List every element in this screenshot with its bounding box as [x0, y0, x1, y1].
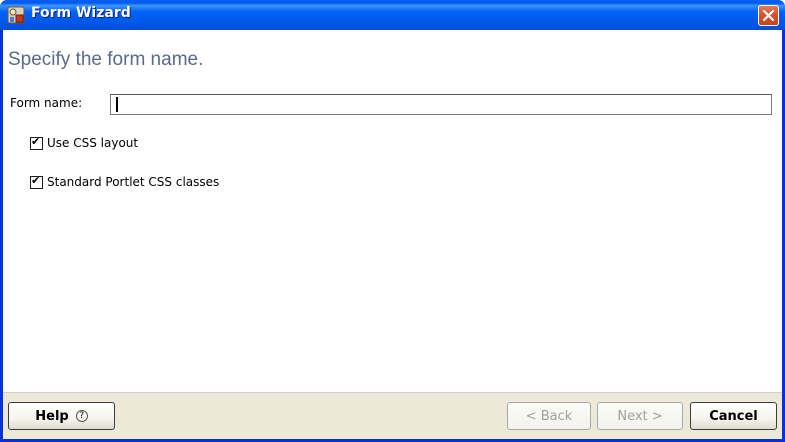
use-css-layout-option[interactable]: ✔ Use CSS layout	[30, 135, 138, 151]
use-css-layout-label: Use CSS layout	[47, 136, 139, 150]
portlet-css-option[interactable]: ✔ Standard Portlet CSS classes	[30, 174, 219, 190]
wizard-icon	[7, 6, 25, 24]
cancel-button[interactable]: Cancel	[690, 402, 777, 430]
form-name-input[interactable]	[110, 94, 772, 115]
button-bar: Help ? < Back Next > Cancel	[3, 392, 782, 439]
portlet-css-checkbox[interactable]: ✔	[30, 173, 43, 189]
back-button[interactable]: < Back	[507, 402, 591, 430]
checkmark-icon: ✔	[31, 173, 41, 187]
help-button[interactable]: Help ?	[8, 402, 115, 430]
use-css-layout-checkbox[interactable]: ✔	[30, 134, 43, 150]
wizard-body: Specify the form name. Form name: ✔ Use …	[3, 30, 782, 439]
checkmark-icon: ✔	[31, 134, 41, 148]
close-icon	[762, 9, 775, 22]
page-title: Specify the form name.	[8, 49, 204, 70]
form-wizard-window: Form Wizard Specify the form name. Form …	[0, 0, 785, 442]
help-icon: ?	[75, 410, 88, 422]
text-caret	[116, 97, 118, 112]
next-button[interactable]: Next >	[597, 402, 683, 430]
title-bar[interactable]: Form Wizard	[0, 0, 785, 30]
help-button-label: Help	[35, 408, 69, 424]
portlet-css-label: Standard Portlet CSS classes	[47, 175, 220, 189]
close-button[interactable]	[758, 5, 779, 26]
window-title: Form Wizard	[31, 5, 131, 21]
form-name-label: Form name:	[10, 96, 83, 110]
